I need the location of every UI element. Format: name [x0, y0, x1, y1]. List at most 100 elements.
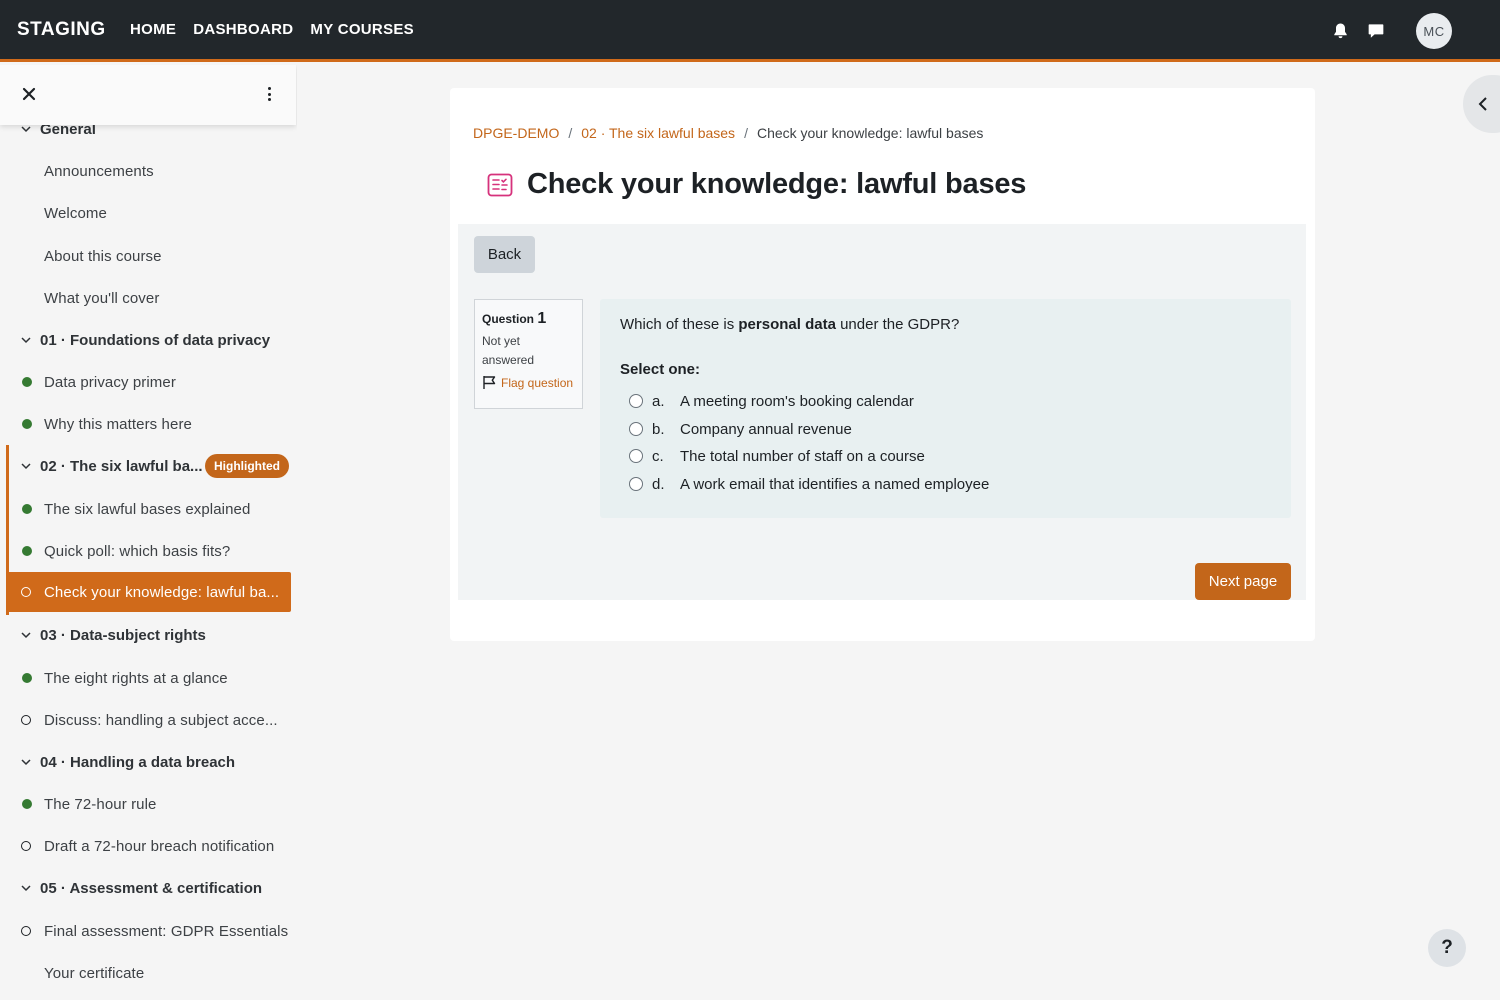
question-text: Which of these is personal data under th…	[620, 316, 959, 333]
course-item-welcome[interactable]: Welcome	[6, 193, 291, 233]
chevron-down-icon	[21, 885, 31, 892]
section-title: 04 · Handling a data breach	[40, 753, 236, 771]
answer-letter: d.	[652, 475, 665, 493]
breadcrumb-section-link[interactable]: 02 · The six lawful bases	[581, 125, 735, 141]
answer-text: The total number of staff on a course	[680, 447, 925, 465]
course-item-discuss-subject-access[interactable]: Discuss: handling a subject acce...	[6, 700, 291, 740]
flag-question-button[interactable]: Flag question	[482, 375, 575, 390]
completed-dot-icon	[22, 504, 32, 514]
course-item-72-hour-rule[interactable]: The 72-hour rule	[6, 784, 291, 824]
course-item-what-youll-cover[interactable]: What you'll cover	[6, 278, 291, 318]
section-title: 05 · Assessment & certification	[40, 879, 263, 897]
course-item-label: Check your knowledge: lawful ba...	[44, 583, 280, 601]
course-item-quick-poll[interactable]: Quick poll: which basis fits?	[6, 531, 291, 571]
course-item-about[interactable]: About this course	[6, 236, 291, 276]
back-button[interactable]: Back	[474, 236, 535, 273]
course-item-data-privacy-primer[interactable]: Data privacy primer	[6, 362, 291, 402]
nav-dashboard-link[interactable]: DASHBOARD	[193, 21, 293, 38]
breadcrumb-course-link[interactable]: DPGE-DEMO	[473, 125, 559, 141]
user-avatar[interactable]: MC	[1416, 13, 1452, 49]
answer-letter: c.	[652, 447, 664, 465]
incomplete-circle-icon	[21, 715, 31, 725]
question-text-start: Which of these is	[620, 316, 739, 333]
completed-dot-icon	[22, 419, 32, 429]
site-brand[interactable]: STAGING	[17, 19, 130, 41]
section-title: 03 · Data-subject rights	[40, 626, 206, 644]
answer-text: Company annual revenue	[680, 420, 852, 438]
question-number-value: 1	[537, 310, 547, 327]
course-index-drawer: General Announcements Welcome About this…	[0, 65, 297, 1000]
nav-home-link[interactable]: HOME	[130, 21, 176, 38]
section-title: 01 · Foundations of data privacy	[40, 331, 271, 349]
radio-button[interactable]	[629, 477, 643, 491]
answer-option-b[interactable]: b. Company annual revenue	[629, 418, 852, 440]
course-item-label: The six lawful bases explained	[44, 500, 251, 518]
highlighted-badge: Highlighted	[205, 454, 289, 478]
incomplete-circle-icon	[21, 926, 31, 936]
completed-dot-icon	[22, 799, 32, 809]
answer-letter: a.	[652, 392, 665, 410]
course-item-label: Why this matters here	[44, 415, 192, 433]
course-item-label: Announcements	[44, 162, 154, 180]
completed-dot-icon	[22, 546, 32, 556]
course-item-eight-rights[interactable]: The eight rights at a glance	[6, 658, 291, 698]
radio-button[interactable]	[629, 422, 643, 436]
radio-button[interactable]	[629, 394, 643, 408]
course-index-header	[0, 65, 296, 125]
course-item-label: Discuss: handling a subject acce...	[44, 711, 278, 729]
course-item-label: Final assessment: GDPR Essentials	[44, 922, 289, 940]
course-item-check-your-knowledge[interactable]: Check your knowledge: lawful ba...	[6, 572, 291, 612]
close-course-index-icon[interactable]	[20, 85, 38, 103]
course-item-label: The eight rights at a glance	[44, 669, 228, 687]
chevron-down-icon	[21, 463, 31, 470]
navbar-user-area: MC	[1332, 13, 1452, 49]
breadcrumb: DPGE-DEMO / 02 · The six lawful bases / …	[473, 125, 983, 141]
radio-button[interactable]	[629, 449, 643, 463]
answer-option-a[interactable]: a. A meeting room's booking calendar	[629, 390, 914, 412]
course-item-label: Welcome	[44, 204, 107, 222]
page-title: Check your knowledge: lawful bases	[527, 168, 1027, 200]
notifications-bell-icon[interactable]	[1332, 23, 1348, 39]
section-03-data-subject-rights[interactable]: 03 · Data-subject rights	[6, 615, 291, 655]
course-item-label: About this course	[44, 247, 162, 265]
course-item-final-assessment[interactable]: Final assessment: GDPR Essentials	[6, 911, 291, 951]
course-item-label: The 72-hour rule	[44, 795, 157, 813]
course-item-why-this-matters[interactable]: Why this matters here	[6, 404, 291, 444]
course-item-label: Data privacy primer	[44, 373, 176, 391]
course-item-draft-breach-notification[interactable]: Draft a 72-hour breach notification	[6, 826, 291, 866]
course-item-label: Draft a 72-hour breach notification	[44, 837, 275, 855]
breadcrumb-current: Check your knowledge: lawful bases	[756, 125, 984, 141]
course-item-label: Quick poll: which basis fits?	[44, 542, 231, 560]
answer-letter: b.	[652, 420, 665, 438]
course-item-announcements[interactable]: Announcements	[6, 151, 291, 191]
question-content: Which of these is personal data under th…	[600, 299, 1291, 518]
incomplete-circle-icon	[21, 841, 31, 851]
messages-chat-icon[interactable]	[1368, 23, 1384, 39]
question-state: Not yet answered	[482, 334, 535, 367]
section-05-assessment[interactable]: 05 · Assessment & certification	[6, 868, 291, 908]
section-04-data-breach[interactable]: 04 · Handling a data breach	[6, 742, 291, 782]
course-index-options-icon[interactable]	[262, 84, 276, 104]
help-button[interactable]: ?	[1428, 929, 1466, 967]
course-item-your-certificate[interactable]: Your certificate	[6, 953, 291, 993]
section-title: 02 · The six lawful ba...	[40, 457, 203, 475]
quiz-attempt-panel: Back Question 1 Not yet answered Flag qu…	[458, 224, 1306, 600]
answer-option-d[interactable]: d. A work email that identifies a named …	[629, 473, 989, 495]
section-01-foundations[interactable]: 01 · Foundations of data privacy	[6, 320, 291, 360]
question-text-emphasis: personal data	[738, 316, 836, 333]
next-page-button[interactable]: Next page	[1195, 563, 1291, 600]
main-content-card: DPGE-DEMO / 02 · The six lawful bases / …	[450, 88, 1315, 641]
nav-my-courses-link[interactable]: MY COURSES	[310, 21, 414, 38]
question-info-box: Question 1 Not yet answered Flag questio…	[474, 299, 583, 409]
flag-icon	[483, 376, 496, 389]
answer-text: A meeting room's booking calendar	[680, 392, 914, 410]
select-one-prompt: Select one:	[620, 361, 701, 378]
completed-dot-icon	[22, 377, 32, 387]
completed-dot-icon	[22, 673, 32, 683]
course-item-label: Your certificate	[44, 964, 145, 982]
course-item-lawful-bases-explained[interactable]: The six lawful bases explained	[6, 489, 291, 529]
section-02-lawful-bases[interactable]: 02 · The six lawful ba... Highlighted	[6, 446, 291, 486]
chevron-down-icon	[21, 632, 31, 639]
answer-option-c[interactable]: c. The total number of staff on a course	[629, 445, 925, 467]
open-block-drawer-button[interactable]	[1463, 75, 1500, 133]
